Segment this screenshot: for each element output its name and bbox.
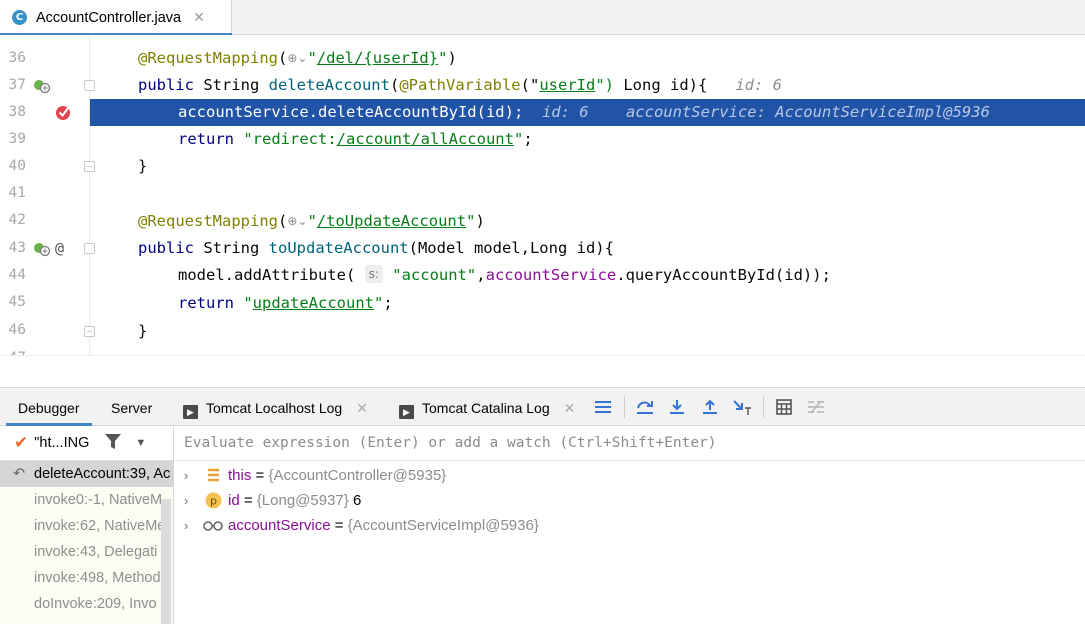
stack-frame[interactable]: invoke0:-1, NativeM: [0, 487, 173, 513]
check-icon: ✔: [14, 433, 29, 452]
inline-debug-value: id: 6: [735, 76, 782, 94]
code-line: 42: [0, 180, 1085, 228]
url-link[interactable]: /account/allAccount: [337, 130, 514, 148]
trace-streams-icon[interactable]: [806, 397, 826, 417]
code-line: 47 }: [0, 318, 1085, 355]
code-line: 44 @ public String toUpdateAccount(Model…: [0, 235, 1085, 283]
parameter-icon: p: [205, 492, 222, 509]
tab-server[interactable]: Server: [111, 388, 152, 426]
menu-icon[interactable]: [593, 397, 613, 417]
field-list-icon: [208, 468, 219, 482]
code-line: 46 return "updateAccount";: [0, 290, 1085, 338]
variable-row[interactable]: › p id = {Long@5937} 6: [175, 488, 1085, 513]
fold-marker[interactable]: [84, 326, 95, 337]
close-icon[interactable]: ✕: [564, 400, 576, 416]
calculator-icon[interactable]: [774, 397, 794, 417]
frames-scrollbar[interactable]: [161, 499, 171, 624]
stack-frame[interactable]: invoke:62, NativeMe: [0, 513, 173, 539]
spring-endpoint-icon[interactable]: [33, 241, 51, 257]
close-icon[interactable]: ✕: [193, 10, 205, 26]
step-out-icon[interactable]: [700, 397, 720, 417]
variables-panel: Evaluate expression (Enter) or add a wat…: [175, 426, 1085, 624]
editor-tab-accountcontroller[interactable]: C AccountController.java ✕: [0, 0, 232, 36]
step-into-icon[interactable]: [667, 397, 687, 417]
url-link[interactable]: /del/{userId}: [317, 49, 438, 67]
tab-tomcat-localhost-log[interactable]: ▶ Tomcat Localhost Log ✕: [183, 388, 368, 426]
globe-icon[interactable]: ⊕⌄: [287, 45, 307, 72]
code-line: 36: [0, 35, 1085, 66]
url-link[interactable]: updateAccount: [253, 294, 374, 312]
toolbar-separator: [624, 396, 625, 418]
stack-frame[interactable]: invoke:498, Method: [0, 565, 173, 591]
code-line: 37 @RequestMapping(⊕⌄"/del/{userId}"): [0, 45, 1085, 93]
code-line: 41 }: [0, 153, 1085, 201]
evaluate-expression-input[interactable]: Evaluate expression (Enter) or add a wat…: [175, 426, 1085, 461]
code-line: 43 @RequestMapping(⊕⌄"/toUpdateAccount"): [0, 208, 1085, 256]
editor-tab-label: AccountController.java: [36, 9, 182, 26]
terminal-icon: ▶: [183, 405, 198, 419]
code-line: 39 accountService.deleteAccountById(id);…: [0, 99, 1085, 147]
code-line: 40 return "redirect:/account/allAccount"…: [0, 126, 1085, 174]
globe-icon[interactable]: ⊕⌄: [287, 208, 307, 235]
frames-panel: ✔ "ht...ING ▼ ↶ deleteAccount:39, Ac invo…: [0, 426, 174, 624]
code-line: 45 model.addAttribute( s: "account",acco…: [0, 262, 1085, 310]
inline-debug-value: accountService: AccountServiceImpl@5936: [625, 103, 990, 121]
fold-marker[interactable]: [84, 80, 95, 91]
tab-tomcat-catalina-log[interactable]: ▶ Tomcat Catalina Log ✕: [399, 388, 575, 426]
filter-icon[interactable]: [105, 433, 122, 453]
tab-debugger[interactable]: Debugger: [6, 388, 91, 426]
thread-selector[interactable]: ✔ "ht...ING ▼: [0, 426, 173, 461]
chevron-right-icon[interactable]: ›: [184, 488, 188, 513]
toolbar-separator: [763, 396, 764, 418]
url-link[interactable]: /toUpdateAccount: [317, 212, 466, 230]
step-over-icon[interactable]: [635, 397, 655, 417]
terminal-icon: ▶: [399, 405, 414, 419]
chevron-right-icon[interactable]: ›: [184, 513, 188, 538]
variable-row[interactable]: › this = {AccountController@5935}: [175, 463, 1085, 488]
fold-marker[interactable]: [84, 161, 95, 172]
fold-marker[interactable]: [84, 243, 95, 254]
close-icon[interactable]: ✕: [356, 400, 368, 416]
breakpoint-icon[interactable]: [54, 103, 72, 121]
code-editor[interactable]: 36 37 @RequestMapping(⊕⌄"/del/{userId}")…: [0, 35, 1085, 355]
editor-bottom-spacer: [0, 355, 1085, 387]
at-sign-icon[interactable]: @: [55, 235, 64, 262]
svg-text:p: p: [210, 495, 217, 508]
run-to-cursor-icon[interactable]: [733, 397, 753, 417]
thread-name: "ht...ING: [34, 435, 90, 451]
spring-endpoint-icon[interactable]: [33, 78, 51, 94]
stack-frame[interactable]: invoke:43, Delegati: [0, 539, 173, 565]
parameter-hint: s:: [364, 265, 383, 283]
code-line: 38 public String deleteAccount(@PathVari…: [0, 72, 1085, 120]
stack-frame[interactable]: doInvoke:209, Invo: [0, 591, 173, 617]
chevron-down-icon[interactable]: ▼: [135, 437, 146, 449]
variable-row[interactable]: › accountService = {AccountServiceImpl@5…: [175, 513, 1085, 538]
debug-tool-window: Debugger Server ▶ Tomcat Localhost Log ✕ ▶…: [0, 387, 1085, 624]
editor-tab-bar: C AccountController.java ✕: [0, 0, 1085, 36]
inline-debug-value: id: 6: [541, 103, 589, 121]
java-class-icon: C: [12, 10, 27, 25]
return-arrow-icon: ↶: [13, 466, 26, 482]
chevron-right-icon[interactable]: ›: [184, 463, 188, 488]
stack-frame[interactable]: ↶ deleteAccount:39, Ac: [0, 461, 173, 487]
watch-glasses-icon: [203, 521, 223, 531]
debug-tab-bar: Debugger Server ▶ Tomcat Localhost Log ✕ ▶…: [0, 388, 1085, 426]
line-number: 47: [0, 345, 26, 355]
